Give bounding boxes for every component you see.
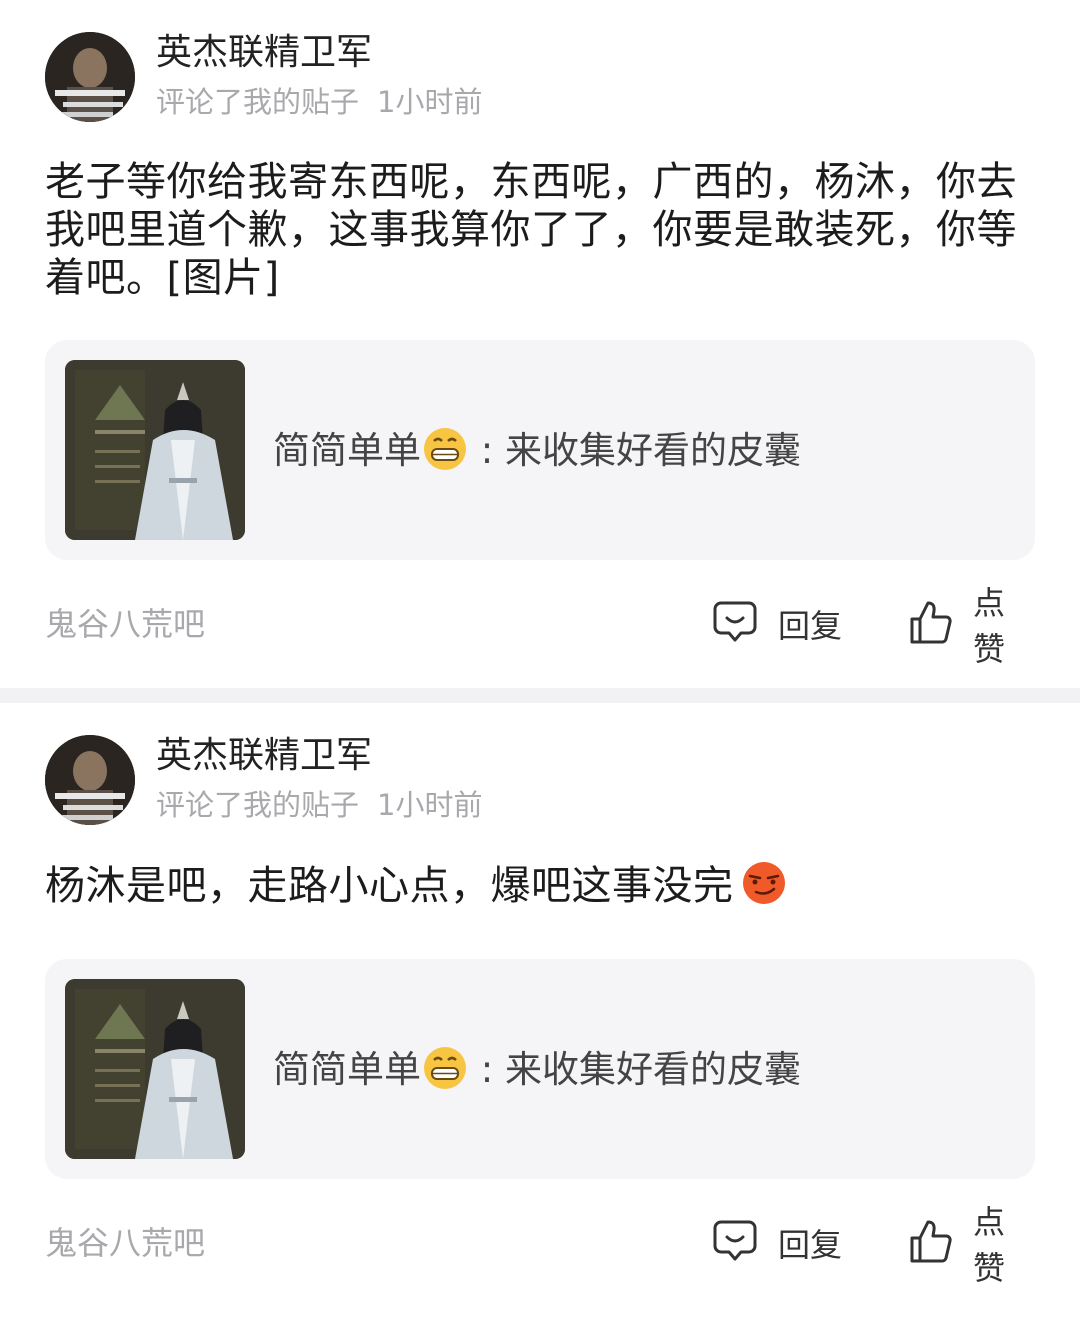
quoted-post-body: 来收集好看的皮囊: [505, 1048, 801, 1091]
forum-name[interactable]: 鬼谷八荒吧: [45, 1221, 205, 1265]
quoted-post-author: 简简单单: [273, 429, 421, 472]
comment-bubble-icon: [712, 1218, 758, 1268]
action-text: 评论了我的贴子: [156, 85, 360, 119]
notification-card[interactable]: 英杰联精卫军 评论了我的贴子 1小时前 老子等你给我寄东西呢，东西呢，广西的，杨沐…: [0, 0, 1080, 668]
notification-meta: 评论了我的贴子 1小时前: [156, 82, 482, 122]
smirk-face-icon: [742, 861, 786, 916]
forum-name[interactable]: 鬼谷八荒吧: [45, 602, 205, 646]
card-footer: 鬼谷八荒吧 回复 点赞: [45, 1203, 1035, 1287]
like-button[interactable]: 点赞: [909, 1203, 1035, 1287]
quoted-post-text: 简简单单 : 来收集好看的皮囊: [273, 1045, 801, 1103]
quoted-post-text: 简简单单 : 来收集好看的皮囊: [273, 426, 801, 484]
author-name[interactable]: 英杰联精卫军: [156, 29, 372, 77]
action-text: 评论了我的贴子: [156, 788, 360, 822]
notification-card[interactable]: 英杰联精卫军 评论了我的贴子 1小时前 杨沐是吧，走路小心点，爆吧这事没完 简简…: [0, 703, 1080, 1323]
like-label: 点赞: [973, 584, 1006, 668]
like-button[interactable]: 点赞: [909, 584, 1035, 668]
comment-text[interactable]: 老子等你给我寄东西呢，东西呢，广西的，杨沐，你去我吧里道个歉，这事我算你了了，你…: [45, 158, 1035, 302]
avatar[interactable]: [45, 735, 135, 825]
quoted-post-separator: :: [469, 1048, 505, 1091]
reply-button[interactable]: 回复: [712, 594, 842, 654]
quoted-post-author: 简简单单: [273, 1048, 421, 1091]
reply-label: 回复: [778, 1226, 843, 1264]
quoted-post-thumbnail: [65, 979, 245, 1159]
card-footer: 鬼谷八荒吧 回复 点赞: [45, 584, 1035, 668]
notification-meta: 评论了我的贴子 1小时前: [156, 785, 482, 825]
thumbs-up-icon: [909, 599, 953, 649]
quoted-post-body: 来收集好看的皮囊: [505, 429, 801, 472]
comment-text[interactable]: 杨沐是吧，走路小心点，爆吧这事没完: [45, 861, 1035, 916]
reply-label: 回复: [778, 607, 843, 645]
timestamp: 1小时前: [377, 85, 483, 119]
grinning-face-icon: [423, 1046, 467, 1103]
timestamp: 1小时前: [377, 788, 483, 822]
like-label: 点赞: [973, 1203, 1006, 1287]
quoted-post[interactable]: 简简单单 : 来收集好看的皮囊: [45, 959, 1035, 1179]
reply-button[interactable]: 回复: [712, 1213, 842, 1273]
section-divider: [0, 688, 1080, 703]
avatar[interactable]: [45, 32, 135, 122]
quoted-post-separator: :: [469, 429, 505, 472]
author-name[interactable]: 英杰联精卫军: [156, 732, 372, 780]
comment-body: 杨沐是吧，走路小心点，爆吧这事没完: [45, 863, 734, 909]
quoted-post[interactable]: 简简单单 : 来收集好看的皮囊: [45, 340, 1035, 560]
grinning-face-icon: [423, 427, 467, 484]
comment-bubble-icon: [712, 599, 758, 649]
thumbs-up-icon: [909, 1218, 953, 1268]
quoted-post-thumbnail: [65, 360, 245, 540]
